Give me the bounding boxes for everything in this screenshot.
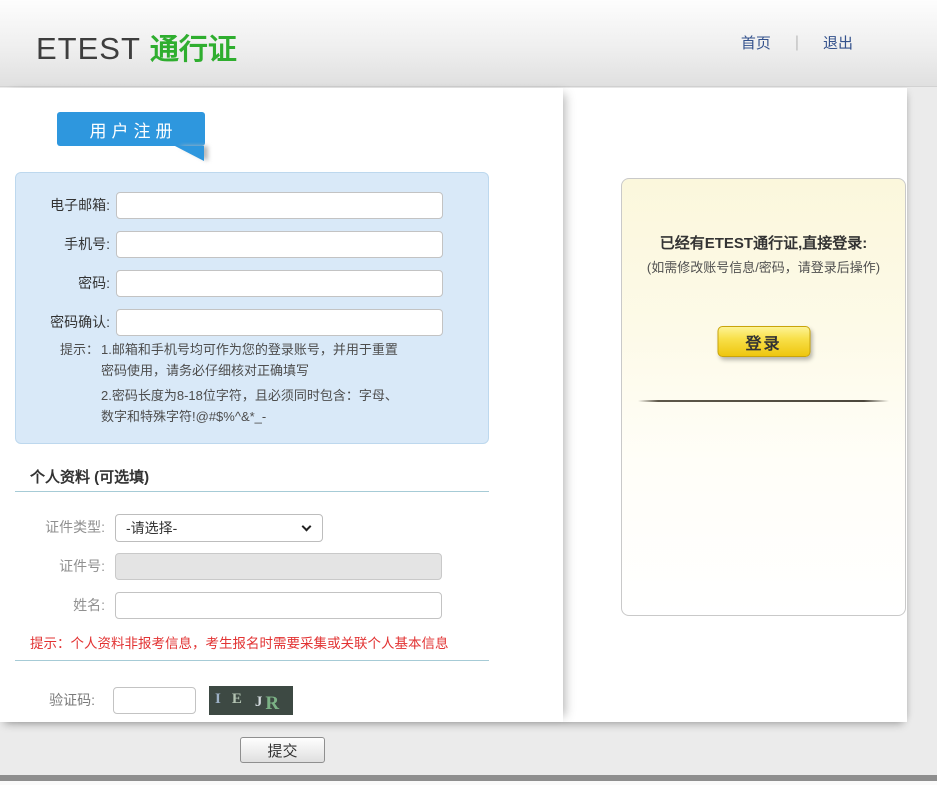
- email-field[interactable]: [116, 192, 443, 219]
- header: ETEST 通行证 首页 | 退出: [0, 0, 937, 87]
- phone-field[interactable]: [116, 231, 443, 258]
- password-confirm-label: 密码确认:: [16, 309, 110, 336]
- name-label: 姓名:: [11, 592, 105, 619]
- nav-separator: |: [795, 34, 799, 52]
- tab-user-register[interactable]: 用户注册: [57, 112, 205, 146]
- tips-line-1: 1.邮箱和手机号均可作为您的登录账号，并用于重置: [101, 339, 398, 360]
- login-box-subtitle: (如需修改账号信息/密码，请登录后操作): [622, 257, 905, 276]
- id-type-label: 证件类型:: [11, 514, 105, 541]
- chevron-down-icon: [302, 522, 312, 532]
- nav-logout-link[interactable]: 退出: [823, 32, 853, 53]
- captcha-letter-3: J: [255, 694, 263, 711]
- existing-account-box: 已经有ETEST通行证,直接登录: (如需修改账号信息/密码，请登录后操作) 登…: [621, 178, 906, 616]
- captcha-label: 验证码:: [11, 687, 95, 714]
- divider-captcha-top: [15, 660, 489, 661]
- tips-line-4: 数字和特殊字符!@#$%^&*_-: [101, 406, 398, 427]
- login-button[interactable]: 登录: [717, 326, 810, 357]
- id-type-select[interactable]: -请选择-: [115, 514, 323, 542]
- tab-tail: [175, 146, 204, 161]
- footer-below-strip: [0, 781, 937, 785]
- header-nav: 首页 | 退出: [741, 32, 853, 53]
- captcha-letter-2: E: [232, 691, 242, 708]
- tab-user-register-label: 用户注册: [90, 117, 178, 142]
- profile-warning-text: 提示：个人资料非报考信息，考生报名时需要采集或关联个人基本信息: [30, 632, 449, 652]
- tips-prefix: 提示：: [60, 339, 99, 427]
- email-label: 电子邮箱:: [16, 192, 110, 219]
- brand-logo: ETEST 通行证: [36, 26, 237, 68]
- login-box-title: 已经有ETEST通行证,直接登录:: [622, 232, 905, 253]
- nav-home-link[interactable]: 首页: [741, 32, 771, 53]
- tips-line-3: 2.密码长度为8-18位字符，且必须同时包含：字母、: [101, 385, 398, 406]
- register-panel: 用户注册 电子邮箱: 手机号: 密码: 密码确认: 提示： 1.邮箱和手机号均可…: [0, 88, 563, 722]
- register-tips: 提示： 1.邮箱和手机号均可作为您的登录账号，并用于重置 密码使用，请务必仔细核…: [60, 339, 398, 427]
- password-field[interactable]: [116, 270, 443, 297]
- captcha-input[interactable]: [113, 687, 196, 714]
- profile-section-heading: 个人资料 (可选填): [30, 466, 149, 487]
- password-label: 密码:: [16, 270, 110, 297]
- tips-lines: 1.邮箱和手机号均可作为您的登录账号，并用于重置 密码使用，请务必仔细核对正确填…: [101, 339, 398, 427]
- captcha-image[interactable]: I E J R: [209, 686, 293, 715]
- tips-line-2: 密码使用，请务必仔细核对正确填写: [101, 360, 398, 381]
- phone-label: 手机号:: [16, 231, 110, 258]
- login-box-divider: [638, 400, 889, 402]
- brand-pass: 通行证: [150, 26, 237, 68]
- brand-etest: ETEST: [36, 31, 141, 67]
- captcha-letter-1: I: [215, 691, 221, 708]
- id-number-field: [115, 553, 442, 580]
- main-content: 用户注册 电子邮箱: 手机号: 密码: 密码确认: 提示： 1.邮箱和手机号均可…: [0, 88, 907, 722]
- captcha-letter-4: R: [265, 693, 279, 715]
- name-field[interactable]: [115, 592, 442, 619]
- page-background: ETEST 通行证 首页 | 退出 用户注册 电子邮箱: 手机号: 密码:: [0, 0, 937, 785]
- register-form-box: 电子邮箱: 手机号: 密码: 密码确认: 提示： 1.邮箱和手机号均可作为您的登…: [15, 172, 489, 444]
- password-confirm-field[interactable]: [116, 309, 443, 336]
- submit-button[interactable]: 提交: [240, 737, 325, 763]
- id-number-label: 证件号:: [11, 553, 105, 580]
- id-type-selected-value: -请选择-: [126, 520, 177, 536]
- divider-profile-top: [15, 491, 489, 492]
